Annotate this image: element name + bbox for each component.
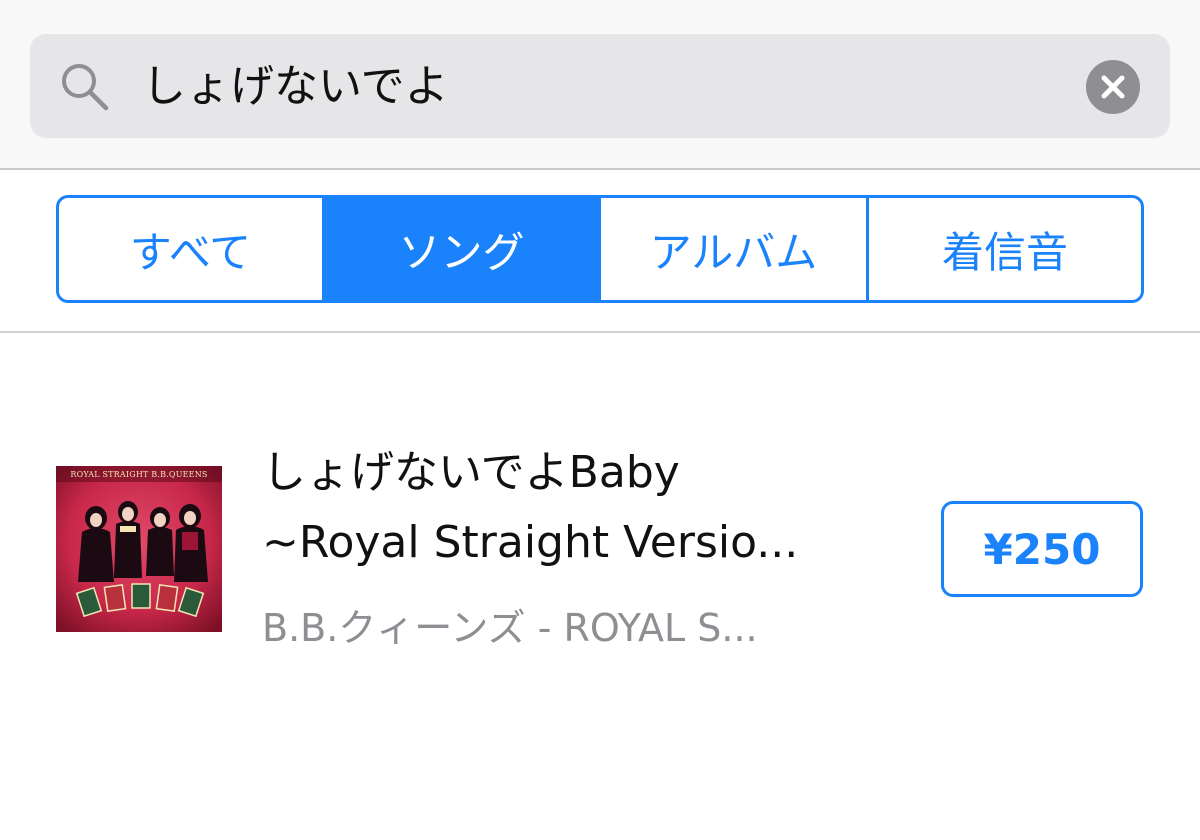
clear-search-button[interactable] [1086,60,1140,114]
buy-price-button[interactable]: ¥250 [941,501,1143,597]
album-artwork[interactable]: ROYAL STRAIGHT B.B.QUEENS [56,466,222,632]
search-icon [62,64,109,111]
category-segmented-control: すべて ソング アルバム 着信音 [56,195,1144,303]
album-artwork-image: ROYAL STRAIGHT B.B.QUEENS [56,466,222,632]
clear-icon [1101,75,1125,99]
song-artist-album: B.B.クィーンズ - ROYAL S... [262,606,758,650]
search-input[interactable]: しょげないでよ [142,52,449,122]
artwork-banner-text: ROYAL STRAIGHT B.B.QUEENS [70,470,207,479]
tab-albums[interactable]: アルバム [601,198,869,300]
section-divider [0,331,1200,333]
search-results-screen: しょげないでよ すべて ソング アルバム 着信音 ROYAL STRAIGHT … [0,0,1200,840]
song-title[interactable]: しょげないでよBaby ~Royal Straight Versio... [262,438,902,578]
tab-ringtones[interactable]: 着信音 [869,198,1141,300]
song-title-line-1: しょげないでよBaby [262,447,680,498]
tab-all[interactable]: すべて [59,198,325,300]
header-divider [0,168,1200,170]
tab-songs[interactable]: ソング [325,198,601,300]
song-title-line-2: ~Royal Straight Versio... [262,517,799,568]
